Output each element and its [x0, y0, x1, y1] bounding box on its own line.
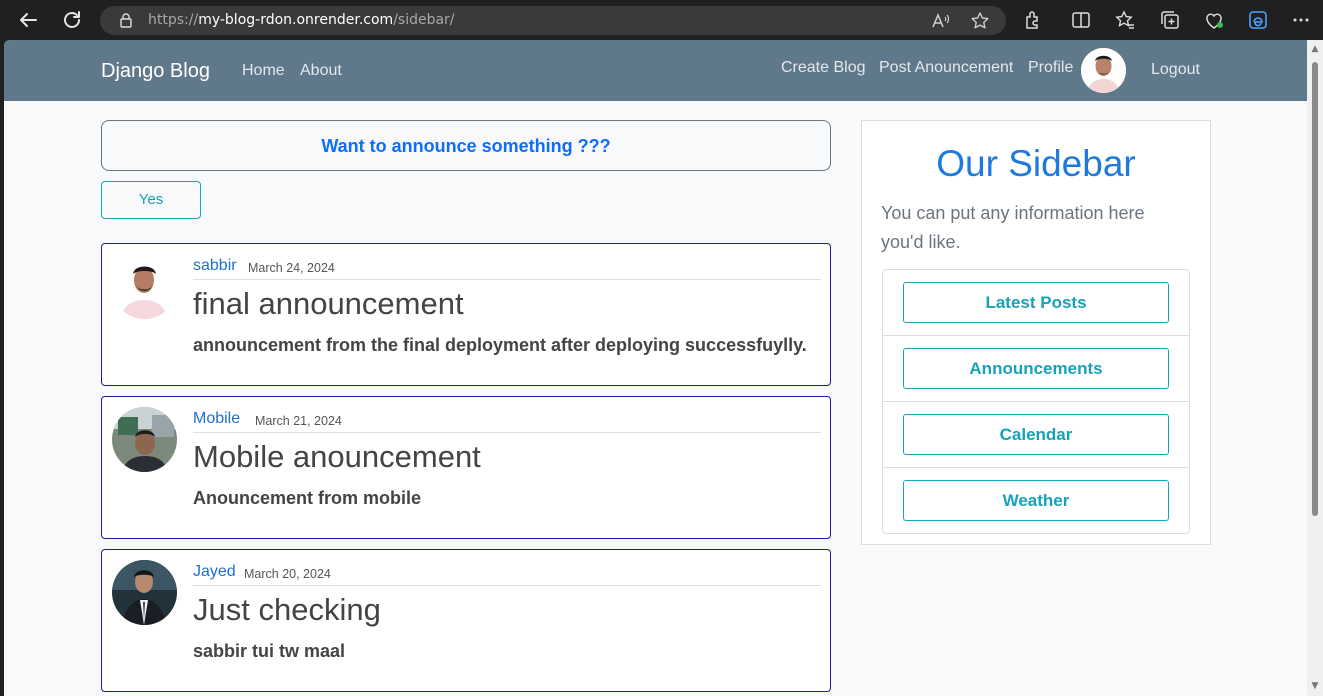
post-body: sabbir tui tw maal — [193, 641, 346, 661]
read-aloud-icon[interactable] — [930, 11, 950, 31]
announce-prompt-text: Want to announce something ??? — [321, 136, 611, 156]
page-scrollbar[interactable]: ▲ ▼ — [1307, 40, 1323, 696]
post-date: March 24, 2024 — [248, 261, 335, 275]
back-arrow-icon[interactable] — [16, 8, 40, 32]
post-date: March 20, 2024 — [244, 567, 331, 581]
post-author-link[interactable]: sabbir — [193, 257, 237, 275]
nav-post-announcement-link[interactable]: Post Anouncement — [879, 59, 1013, 77]
nav-about-link[interactable]: About — [300, 62, 342, 80]
post-title[interactable]: final announcement — [193, 286, 464, 322]
edge-copilot-icon[interactable] — [1247, 9, 1269, 31]
announcements-button[interactable]: Announcements — [903, 348, 1169, 389]
nav-logout-link[interactable]: Logout — [1151, 61, 1200, 79]
announce-prompt-box: Want to announce something ??? — [101, 120, 831, 171]
post-title[interactable]: Mobile anouncement — [193, 439, 481, 475]
post-card: Mobile March 21, 2024 Mobile anouncement… — [101, 396, 831, 539]
sidebar-heading: Our Sidebar — [936, 143, 1136, 184]
scrollbar-thumb[interactable] — [1312, 62, 1318, 516]
sidebar-text: You can put any information here you'd l… — [881, 203, 1145, 252]
profile-avatar[interactable] — [1081, 48, 1126, 93]
nav-home-link[interactable]: Home — [242, 62, 285, 80]
scroll-down-arrow-icon[interactable]: ▼ — [1310, 681, 1320, 691]
nav-create-blog-link[interactable]: Create Blog — [781, 59, 866, 77]
post-card: Jayed March 20, 2024 Just checking sabbi… — [101, 549, 831, 692]
post-date: March 21, 2024 — [255, 414, 342, 428]
weather-button[interactable]: Weather — [903, 480, 1169, 521]
latest-posts-button[interactable]: Latest Posts — [903, 282, 1169, 323]
post-author-link[interactable]: Mobile — [193, 410, 240, 428]
post-body: Anouncement from mobile — [193, 488, 422, 508]
sidebar-item-calendar: Calendar — [883, 402, 1189, 468]
post-body: announcement from the final deployment a… — [193, 335, 807, 355]
post-card: sabbir March 24, 2024 final announcement… — [101, 243, 831, 386]
post-divider — [193, 279, 821, 280]
sidebar-item-announcements: Announcements — [883, 336, 1189, 402]
yes-button[interactable]: Yes — [101, 181, 201, 219]
nav-profile-link[interactable]: Profile — [1028, 59, 1073, 77]
browser-toolbar: https://my-blog-rdon.onrender.com/sideba… — [0, 0, 1323, 40]
lock-icon — [118, 12, 134, 28]
browser-essentials-icon[interactable] — [1203, 9, 1225, 31]
sidebar-list: Latest Posts Announcements Calendar Weat… — [882, 269, 1190, 534]
favorites-icon[interactable] — [1114, 9, 1136, 31]
refresh-icon[interactable] — [60, 8, 84, 32]
sidebar-item-latest-posts: Latest Posts — [883, 270, 1189, 336]
favorite-star-icon[interactable] — [970, 11, 990, 31]
author-avatar — [112, 407, 177, 472]
post-divider — [193, 432, 821, 433]
more-options-icon[interactable] — [1290, 9, 1312, 31]
post-title[interactable]: Just checking — [193, 592, 381, 628]
page-viewport: Django Blog Home About Create Blog Post … — [4, 40, 1323, 696]
post-author-link[interactable]: Jayed — [193, 563, 236, 581]
sidebar-item-weather: Weather — [883, 468, 1189, 534]
collections-icon[interactable] — [1159, 9, 1181, 31]
sidebar-panel: Our Sidebar You can put any information … — [861, 120, 1211, 545]
extensions-icon[interactable] — [1022, 9, 1044, 31]
brand-link[interactable]: Django Blog — [101, 60, 210, 83]
split-screen-icon[interactable] — [1070, 9, 1092, 31]
site-navbar: Django Blog Home About Create Blog Post … — [4, 40, 1307, 101]
post-divider — [193, 585, 821, 586]
author-avatar — [112, 560, 177, 625]
calendar-button[interactable]: Calendar — [903, 414, 1169, 455]
scroll-up-arrow-icon[interactable]: ▲ — [1310, 44, 1320, 54]
address-bar[interactable]: https://my-blog-rdon.onrender.com/sideba… — [100, 6, 1006, 35]
url-text: https://my-blog-rdon.onrender.com/sideba… — [148, 12, 455, 28]
author-avatar — [112, 254, 177, 319]
